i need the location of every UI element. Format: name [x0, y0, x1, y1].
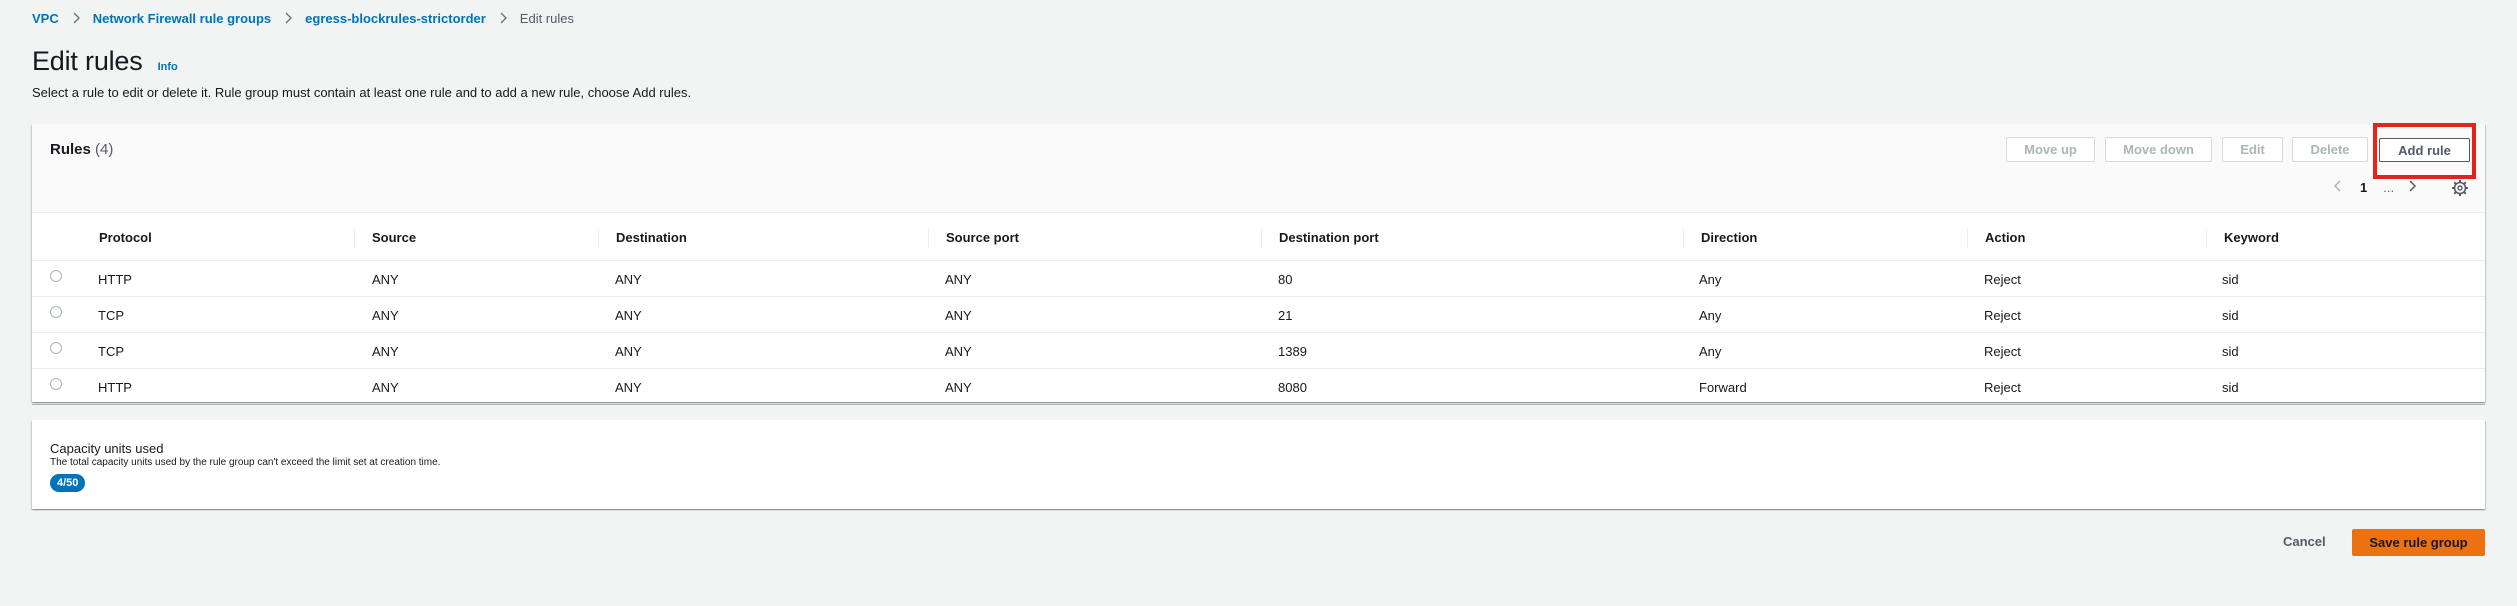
chevron-left-icon[interactable] [2332, 179, 2344, 196]
page-number[interactable]: 1 [2360, 180, 2367, 195]
column-divider [2206, 228, 2207, 248]
move-up-button[interactable]: Move up [2006, 137, 2095, 162]
cell-protocol: TCP [98, 344, 124, 359]
cell-action: Reject [1984, 272, 2021, 287]
rules-title: Rules (4) [50, 141, 113, 158]
chevron-right-icon [498, 12, 508, 24]
breadcrumb-rule-group-name[interactable]: egress-blockrules-strictorder [305, 11, 486, 26]
rules-title-text: Rules [50, 141, 91, 158]
column-divider [598, 228, 599, 248]
breadcrumb: VPC Network Firewall rule groups egress-… [32, 8, 574, 28]
column-keyword[interactable]: Keyword [2224, 230, 2279, 245]
column-destination[interactable]: Destination [616, 230, 687, 245]
cell-protocol: HTTP [98, 380, 132, 395]
column-action[interactable]: Action [1985, 230, 2025, 245]
column-divider [1261, 228, 1262, 248]
page-header: Edit rules Info [32, 46, 178, 77]
chevron-right-icon [71, 12, 81, 24]
cell-protocol: HTTP [98, 272, 132, 287]
breadcrumb-rule-groups[interactable]: Network Firewall rule groups [93, 11, 271, 26]
add-rule-highlight [2373, 123, 2476, 179]
rules-header: Rules (4) Move up Move down Edit Delete … [32, 123, 2485, 213]
cell-source: ANY [372, 380, 399, 395]
delete-button[interactable]: Delete [2292, 137, 2368, 162]
page-description: Select a rule to edit or delete it. Rule… [32, 85, 692, 100]
cancel-button[interactable]: Cancel [2283, 534, 2326, 549]
save-rule-group-button[interactable]: Save rule group [2352, 529, 2485, 556]
rules-count: (4) [95, 141, 114, 158]
cell-action: Reject [1984, 308, 2021, 323]
table-row[interactable]: HTTP ANY ANY ANY 8080 Forward Reject sid [32, 369, 2485, 405]
cell-keyword: sid [2222, 344, 2239, 359]
page-ellipsis: ... [2383, 179, 2395, 195]
cell-destination: ANY [615, 344, 642, 359]
cell-direction: Any [1699, 344, 1722, 359]
cell-source: ANY [372, 272, 399, 287]
move-down-button[interactable]: Move down [2105, 137, 2212, 162]
breadcrumb-vpc[interactable]: VPC [32, 11, 59, 26]
column-direction[interactable]: Direction [1701, 230, 1757, 245]
cell-destination: ANY [615, 272, 642, 287]
column-source-port[interactable]: Source port [946, 230, 1019, 245]
cell-destination: ANY [615, 308, 642, 323]
cell-action: Reject [1984, 380, 2021, 395]
cell-destination-port: 8080 [1278, 380, 1307, 395]
edit-button[interactable]: Edit [2222, 137, 2283, 162]
info-link[interactable]: Info [158, 61, 178, 73]
cell-action: Reject [1984, 344, 2021, 359]
cell-keyword: sid [2222, 380, 2239, 395]
rules-table: Protocol Source Destination Source port … [32, 214, 2485, 405]
table-row[interactable]: HTTP ANY ANY ANY 80 Any Reject sid [32, 261, 2485, 297]
column-source[interactable]: Source [372, 230, 416, 245]
cell-source: ANY [372, 344, 399, 359]
cell-keyword: sid [2222, 272, 2239, 287]
chevron-right-icon[interactable] [2406, 179, 2418, 196]
cell-destination-port: 80 [1278, 272, 1293, 287]
table-row[interactable]: TCP ANY ANY ANY 1389 Any Reject sid [32, 333, 2485, 369]
cell-direction: Forward [1699, 380, 1747, 395]
cell-keyword: sid [2222, 308, 2239, 323]
cell-source-port: ANY [945, 344, 972, 359]
cell-protocol: TCP [98, 308, 124, 323]
cell-destination-port: 1389 [1278, 344, 1307, 359]
row-select-radio[interactable] [50, 342, 62, 354]
column-protocol[interactable]: Protocol [99, 230, 152, 245]
column-divider [354, 228, 355, 248]
cell-direction: Any [1699, 272, 1722, 287]
cell-source-port: ANY [945, 272, 972, 287]
cell-source-port: ANY [945, 380, 972, 395]
table-header: Protocol Source Destination Source port … [32, 214, 2485, 261]
cell-direction: Any [1699, 308, 1722, 323]
breadcrumb-current: Edit rules [519, 10, 574, 26]
row-select-radio[interactable] [50, 378, 62, 390]
column-divider [928, 228, 929, 248]
capacity-badge: 4/50 [50, 474, 86, 492]
gear-icon[interactable] [2451, 179, 2469, 197]
page-title: Edit rules [32, 46, 143, 76]
row-select-radio[interactable] [50, 270, 62, 282]
capacity-title: Capacity units used [50, 441, 164, 456]
pagination: 1 ... [2332, 177, 2418, 197]
cell-destination-port: 21 [1278, 308, 1293, 323]
row-select-radio[interactable] [50, 306, 62, 318]
cell-source-port: ANY [945, 308, 972, 323]
table-row[interactable]: TCP ANY ANY ANY 21 Any Reject sid [32, 297, 2485, 333]
capacity-description: The total capacity units used by the rul… [50, 457, 441, 468]
cell-destination: ANY [615, 380, 642, 395]
column-divider [1967, 228, 1968, 248]
capacity-panel: Capacity units used The total capacity u… [32, 420, 2485, 509]
cell-source: ANY [372, 308, 399, 323]
column-divider [1683, 228, 1684, 248]
rules-panel: Rules (4) Move up Move down Edit Delete … [32, 123, 2485, 405]
column-destination-port[interactable]: Destination port [1279, 230, 1379, 245]
chevron-right-icon [283, 12, 293, 24]
